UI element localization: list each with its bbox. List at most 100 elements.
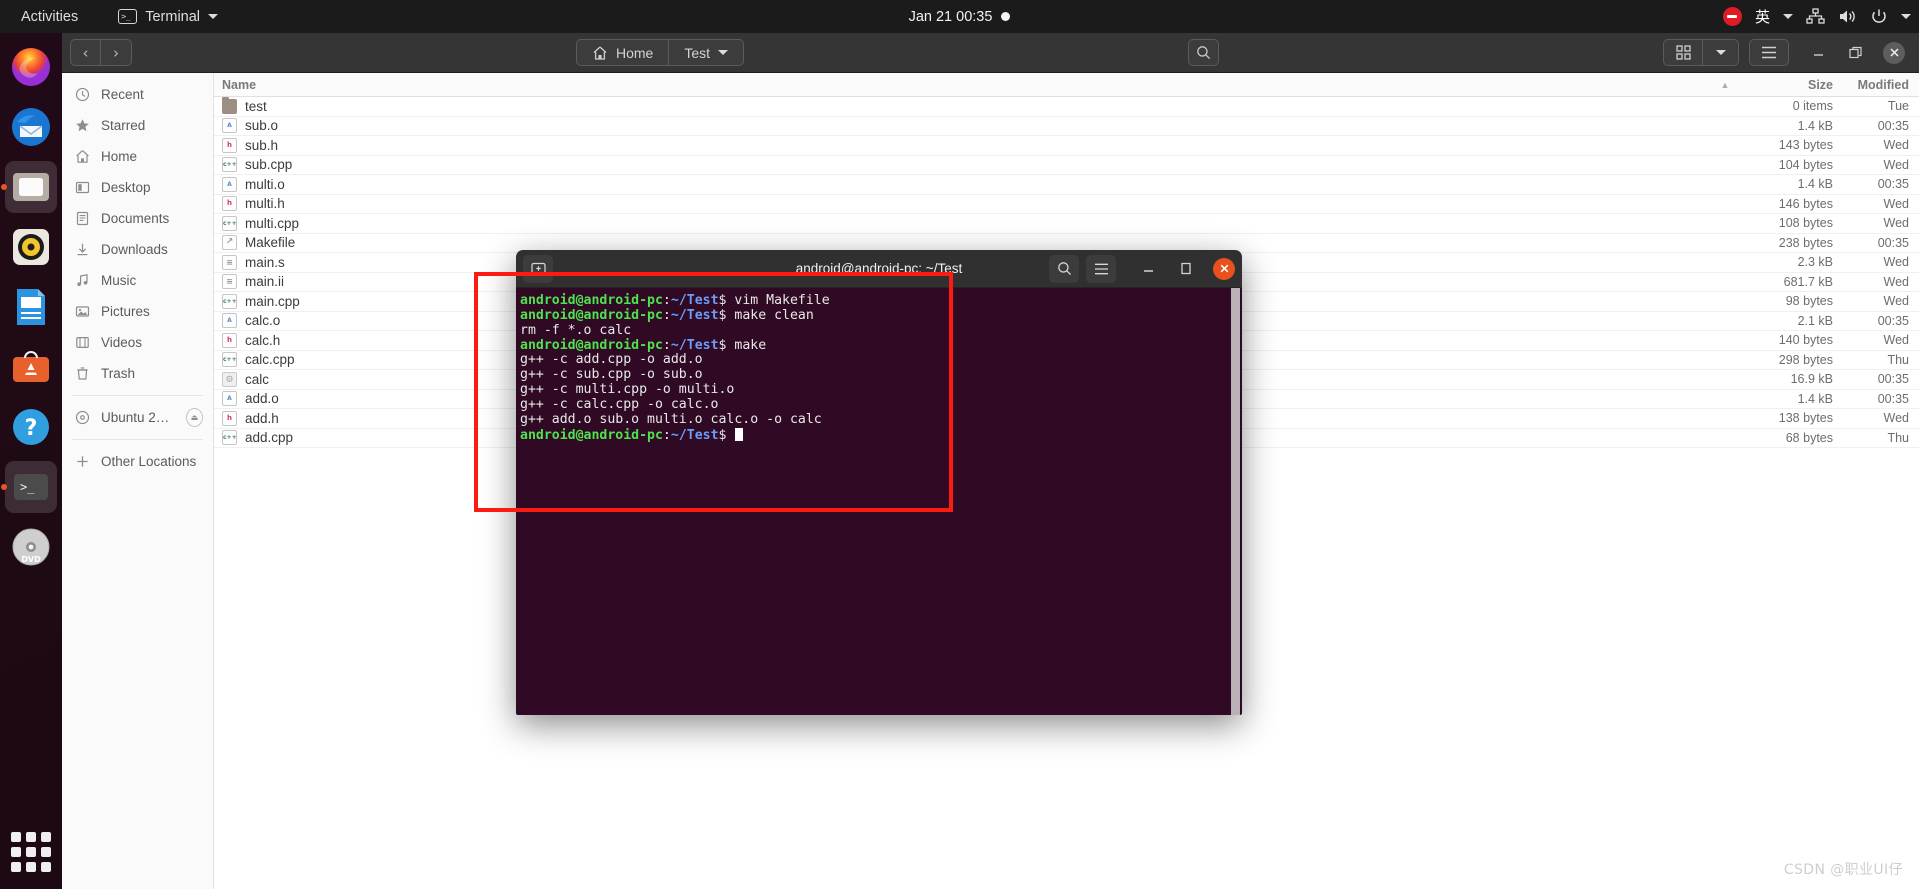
- sidebar-item-trash[interactable]: Trash: [62, 358, 213, 389]
- dock-item-rhythmbox[interactable]: [5, 221, 57, 273]
- file-type-icon: A: [222, 176, 237, 192]
- sidebar-item-documents[interactable]: Documents: [62, 203, 213, 234]
- screen-record-icon[interactable]: [1722, 7, 1742, 26]
- column-header-name[interactable]: Name: [214, 78, 1713, 92]
- terminal-output-line: g++ -c calc.cpp -o calc.o: [520, 396, 719, 412]
- file-size-cell: 138 bytes: [1778, 411, 1833, 426]
- table-row[interactable]: h multi.h 146 bytes Wed: [214, 195, 1919, 214]
- clock-button[interactable]: Jan 21 00:35: [909, 9, 993, 25]
- gnome-top-bar: Activities >_ Terminal Jan 21 00:35 英: [0, 0, 1919, 33]
- sidebar-item-downloads[interactable]: Downloads: [62, 234, 213, 265]
- file-name-cell: c++ sub.cpp: [214, 157, 1713, 173]
- terminal-window-controls: [1137, 257, 1235, 280]
- sidebar-item-starred[interactable]: Starred: [62, 110, 213, 141]
- file-type-icon: A: [222, 313, 237, 329]
- file-modified-cell: Thu: [1887, 352, 1909, 367]
- sidebar-item-videos[interactable]: Videos: [62, 327, 213, 358]
- desktop-screen: Activities >_ Terminal Jan 21 00:35 英 ? …: [0, 0, 1919, 889]
- sort-ascending-icon[interactable]: ▲: [1713, 80, 1737, 90]
- terminal-search-button[interactable]: [1049, 254, 1079, 283]
- terminal-cursor: [735, 427, 744, 441]
- file-name-label: main.ii: [245, 274, 285, 290]
- sidebar-label: Pictures: [101, 304, 150, 319]
- dock-item-help[interactable]: ?: [5, 401, 57, 453]
- file-name-label: add.cpp: [245, 430, 294, 446]
- grid-view-button[interactable]: [1663, 39, 1703, 66]
- app-menu-terminal[interactable]: >_ Terminal: [107, 6, 229, 28]
- table-row[interactable]: test 0 items Tue: [214, 96, 1919, 117]
- table-row[interactable]: c++ sub.cpp 104 bytes Wed: [214, 156, 1919, 175]
- table-row[interactable]: h sub.h 143 bytes Wed: [214, 136, 1919, 156]
- breadcrumb-home-label: Home: [615, 44, 654, 61]
- table-row[interactable]: Asub.o 1.4 kB 00:35: [214, 117, 1919, 136]
- system-tray: 英: [1722, 0, 1911, 33]
- file-modified-cell: Wed: [1883, 157, 1909, 172]
- dock-item-terminal[interactable]: >_: [1, 461, 57, 513]
- terminal-body[interactable]: android@android-pc:~/Test$ vim Makefile a…: [516, 288, 1242, 715]
- file-modified-cell: 00:35: [1877, 118, 1909, 133]
- file-name-label: sub.cpp: [245, 157, 293, 173]
- table-row[interactable]: c++ multi.cpp 108 bytes Wed: [214, 214, 1919, 234]
- terminal-menu-button[interactable]: [1086, 254, 1116, 283]
- back-button[interactable]: ‹: [70, 39, 101, 66]
- thunderbird-icon: [12, 108, 50, 146]
- file-modified-cell: 00:35: [1877, 313, 1909, 328]
- sidebar-item-pictures[interactable]: Pictures: [62, 296, 213, 327]
- places-sidebar: Recent Starred Home Desktop Documents Do…: [62, 73, 214, 889]
- search-button[interactable]: [1188, 39, 1220, 66]
- forward-button[interactable]: ›: [101, 39, 132, 66]
- close-button[interactable]: [1883, 41, 1905, 64]
- dock-item-thunderbird[interactable]: [5, 101, 57, 153]
- eject-button[interactable]: ⏏: [185, 408, 203, 427]
- sidebar-item-desktop[interactable]: Desktop: [62, 172, 213, 203]
- sidebar-item-ubuntu-disc[interactable]: Ubuntu 20.0... ⏏: [62, 402, 213, 433]
- dock-item-ubuntu-software[interactable]: [5, 341, 57, 393]
- table-row[interactable]: Amulti.o 1.4 kB 00:35: [214, 175, 1919, 195]
- dock-item-libreoffice-writer[interactable]: [5, 281, 57, 333]
- sidebar-item-home[interactable]: Home: [62, 141, 213, 172]
- dock-item-dvd[interactable]: DVD: [5, 521, 57, 573]
- file-type-icon: c++: [222, 293, 237, 309]
- star-icon: [74, 117, 91, 134]
- dock-item-files[interactable]: [1, 161, 57, 213]
- file-size-cell: 0 items: [1792, 99, 1833, 114]
- column-header-size[interactable]: Size: [1737, 78, 1833, 92]
- file-size-cell: 68 bytes: [1785, 430, 1833, 445]
- activities-button[interactable]: Activities: [10, 6, 89, 28]
- view-options-button[interactable]: [1703, 39, 1739, 66]
- file-name-label: multi.cpp: [245, 215, 300, 231]
- new-tab-button[interactable]: [523, 254, 553, 283]
- dock-item-firefox[interactable]: [5, 41, 57, 93]
- network-wired-icon[interactable]: [1806, 8, 1825, 25]
- minimize-button[interactable]: [1137, 258, 1159, 280]
- ubuntu-software-icon: [13, 351, 49, 382]
- sidebar-item-other-locations[interactable]: Other Locations: [62, 446, 213, 477]
- minimize-button[interactable]: [1807, 42, 1829, 64]
- ime-chevron-down-icon[interactable]: [1783, 14, 1793, 19]
- power-icon[interactable]: [1870, 8, 1888, 26]
- prompt-path: ~/Test: [670, 293, 719, 308]
- terminal-scrollbar[interactable]: [1231, 288, 1240, 715]
- tray-chevron-down-icon[interactable]: [1901, 14, 1911, 19]
- sidebar-divider: [72, 395, 203, 396]
- sidebar-item-recent[interactable]: Recent: [62, 79, 213, 110]
- file-size-cell: 1.4 kB: [1797, 118, 1833, 133]
- sidebar-item-music[interactable]: Music: [62, 265, 213, 296]
- main-menu-button[interactable]: [1749, 39, 1789, 66]
- close-button[interactable]: [1213, 257, 1235, 280]
- prompt-user: android@android-pc: [520, 337, 663, 353]
- breadcrumb-home[interactable]: Home: [575, 39, 670, 66]
- maximize-button[interactable]: [1845, 42, 1867, 64]
- column-header-modified[interactable]: Modified: [1833, 78, 1919, 92]
- help-icon: ?: [13, 409, 49, 445]
- volume-icon[interactable]: [1838, 8, 1857, 25]
- file-modified-cell: Wed: [1883, 255, 1909, 270]
- input-method-label[interactable]: 英: [1755, 6, 1770, 27]
- show-applications-button[interactable]: [8, 829, 54, 875]
- sidebar-label: Desktop: [101, 180, 151, 195]
- file-name-label: main.s: [245, 254, 285, 270]
- breadcrumb-test[interactable]: Test: [669, 39, 745, 66]
- maximize-button[interactable]: [1175, 258, 1197, 280]
- file-modified-cell: 00:35: [1877, 391, 1909, 406]
- file-name-label: calc.cpp: [245, 352, 295, 368]
